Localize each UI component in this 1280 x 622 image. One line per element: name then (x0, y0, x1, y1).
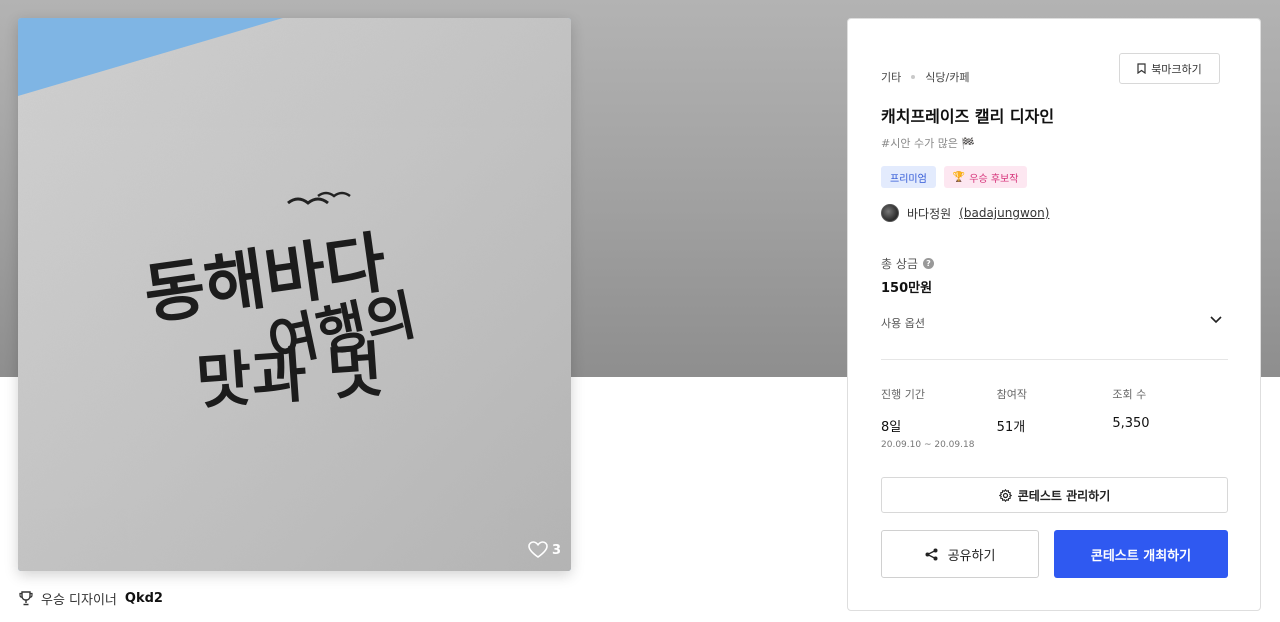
bookmark-label: 북마크하기 (1151, 62, 1202, 76)
contest-title: 캐치프레이즈 캘리 디자인 (881, 107, 1055, 126)
paper-logo-image: 동해바다 여행의 맛과 멋 (18, 18, 571, 571)
total-prize-text: 총 상금 (881, 257, 918, 271)
heart-icon (528, 541, 548, 558)
premium-badge: 프리미엄 (881, 166, 936, 188)
contest-owner[interactable]: 바다정원 (badajungwon) (881, 204, 1049, 222)
owner-handle[interactable]: (badajungwon) (959, 206, 1049, 220)
breadcrumb-category[interactable]: 기타 (881, 69, 901, 85)
help-icon[interactable]: ? (922, 258, 934, 269)
award-badge-label: 우승 후보작 (969, 173, 1019, 185)
trophy-icon (19, 591, 33, 606)
usage-options-label[interactable]: 사용 옵션 (881, 315, 925, 331)
avatar (881, 204, 899, 222)
contest-stats: 진행 기간 8일 20.09.10 ~ 20.09.18 참여작 51개 조회 … (881, 386, 1228, 450)
like-count: 3 (551, 542, 561, 558)
bookmark-button[interactable]: 북마크하기 (1119, 53, 1220, 84)
manage-contest-label: 콘테스트 관리하기 (1017, 488, 1111, 503)
award-candidate-badge: 🏆 우승 후보작 (943, 166, 1028, 188)
total-prize-label: 총 상금 ? (881, 255, 934, 272)
stat-value: 5,350 (1112, 416, 1150, 431)
winner-designer: 우승 디자이너 Qkd2 (19, 589, 163, 608)
stat-label: 참여작 (996, 388, 1028, 401)
share-button[interactable]: 공유하기 (881, 530, 1039, 578)
breadcrumb-separator (911, 75, 916, 79)
stat-duration: 진행 기간 8일 20.09.10 ~ 20.09.18 (881, 386, 997, 450)
chevron-down-icon[interactable] (1209, 315, 1223, 325)
owner-name: 바다정원 (907, 206, 952, 221)
manage-contest-button[interactable]: 콘테스트 관리하기 (881, 477, 1228, 513)
winner-name[interactable]: Qkd2 (125, 591, 163, 606)
host-contest-label: 콘테스트 개최하기 (1090, 548, 1192, 564)
stat-entries: 참여작 51개 (997, 386, 1113, 450)
logo-line-3: 맛과 멋 (194, 335, 385, 418)
contest-image[interactable]: 동해바다 여행의 맛과 멋 3 (18, 18, 571, 571)
share-icon (925, 548, 938, 560)
winner-label: 우승 디자이너 (41, 593, 117, 608)
trophy-icon: 🏆 (952, 171, 966, 183)
host-contest-button[interactable]: 콘테스트 개최하기 (1054, 530, 1228, 578)
breadcrumb-subcategory[interactable]: 식당/카페 (925, 69, 969, 85)
badge-group: 프리미엄 🏆 우승 후보작 (881, 166, 1028, 188)
contest-info-panel: 기타 식당/카페 북마크하기 캐치프레이즈 캘리 디자인 #시안 수가 많은 🏁… (847, 18, 1261, 611)
total-prize-value: 150만원 (881, 281, 933, 296)
stat-value: 8일 (881, 420, 902, 435)
stat-date-range: 20.09.10 ~ 20.09.18 (881, 440, 975, 450)
divider (881, 359, 1228, 360)
stat-label: 조회 수 (1112, 388, 1147, 401)
share-label: 공유하기 (947, 548, 996, 564)
breadcrumb: 기타 식당/카페 (881, 69, 969, 85)
like-button[interactable]: 3 (528, 541, 561, 559)
bookmark-icon (1137, 63, 1146, 74)
premium-badge-label: 프리미엄 (890, 173, 927, 185)
stat-label: 진행 기간 (881, 388, 925, 401)
contest-tagline: #시안 수가 많은 🏁 (881, 137, 976, 150)
stat-views: 조회 수 5,350 (1112, 386, 1228, 450)
stat-value: 51개 (996, 420, 1026, 435)
gear-icon (998, 488, 1012, 502)
